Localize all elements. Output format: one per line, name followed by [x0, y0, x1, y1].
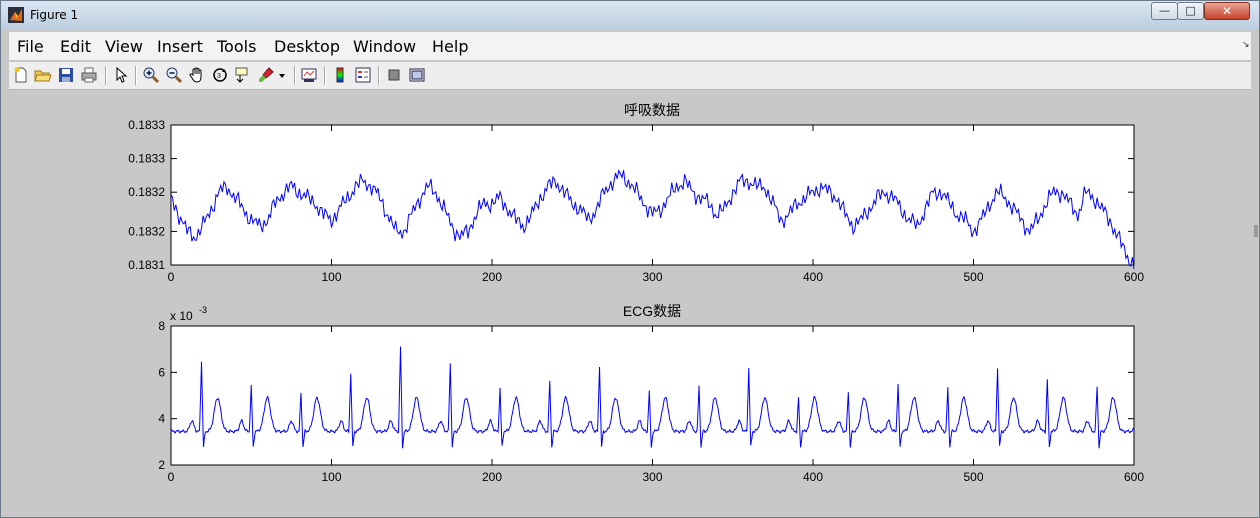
x-tick-label: 300 [642, 270, 662, 284]
title-bar[interactable]: Figure 1 — □ ✕ [1, 1, 1259, 30]
toolbar-separator [294, 66, 296, 85]
axes-ecg[interactable]: ECG数据 x 10 -3 0 100 200 300 400 500 600 2 4 6 8 [158, 303, 1144, 484]
toolbar-separator [324, 66, 326, 85]
figure-window: Figure 1 — □ ✕ File Edit View Insert Too… [0, 0, 1260, 518]
x-tick-label: 600 [1124, 470, 1144, 484]
axes-2-title: ECG数据 [623, 303, 681, 319]
svg-text:3: 3 [217, 73, 221, 80]
axes-1-title: 呼吸数据 [624, 102, 680, 118]
menu-view[interactable]: View [105, 37, 143, 56]
y-tick-label: 8 [158, 319, 165, 333]
y-tick-label: 0.1833 [128, 118, 165, 132]
minimize-button[interactable]: — [1151, 2, 1178, 20]
close-icon: ✕ [1221, 4, 1233, 18]
axes-1-box [170, 124, 1135, 266]
show-plot-tools-icon[interactable] [408, 66, 426, 84]
menu-edit[interactable]: Edit [60, 37, 91, 56]
save-icon[interactable] [57, 66, 75, 84]
brush-icon[interactable] [257, 66, 275, 84]
x-tick-label: 600 [1124, 270, 1144, 284]
open-file-icon[interactable] [34, 66, 52, 84]
x-tick-label: 500 [963, 470, 983, 484]
link-plot-icon[interactable] [300, 66, 318, 84]
x-tick-label: 200 [482, 470, 502, 484]
figure-canvas: 呼吸数据 0 100 200 300 400 500 600 0.1831 0.1832 0.18… [9, 90, 1258, 510]
minimize-icon: — [1159, 4, 1170, 17]
y-tick-label: 0.1832 [128, 185, 165, 199]
y-exponent-power: -3 [199, 305, 207, 315]
x-tick-label: 400 [803, 470, 823, 484]
brush-dropdown-icon[interactable] [277, 66, 287, 84]
zoom-out-icon[interactable] [165, 66, 183, 84]
data-cursor-icon[interactable] [234, 66, 252, 84]
menu-file[interactable]: File [17, 37, 44, 56]
menubar-overflow-icon[interactable]: ↘ [1242, 40, 1250, 50]
menu-insert[interactable]: Insert [157, 37, 203, 56]
axes-2-box [170, 325, 1135, 466]
edit-plot-arrow-icon[interactable] [112, 66, 130, 84]
x-tick-label: 300 [642, 470, 662, 484]
resize-grip[interactable] [1254, 225, 1258, 237]
axes-respiration[interactable]: 呼吸数据 0 100 200 300 400 500 600 0.1831 0.1832 0.18… [128, 102, 1144, 284]
insert-legend-icon[interactable] [354, 66, 372, 84]
window-title: Figure 1 [30, 8, 79, 22]
x-tick-label: 400 [803, 270, 823, 284]
x-tick-label: 0 [168, 470, 175, 484]
figure-toolbar: 3 [9, 62, 1251, 90]
pan-hand-icon[interactable] [188, 66, 206, 84]
y-tick-label: 4 [158, 412, 165, 426]
new-figure-icon[interactable] [12, 66, 30, 84]
x-tick-label: 500 [963, 270, 983, 284]
x-tick-label: 0 [168, 270, 175, 284]
y-tick-label: 6 [158, 365, 165, 379]
maximize-icon: □ [1185, 4, 1196, 17]
zoom-in-icon[interactable] [142, 66, 160, 84]
toolbar-separator [378, 66, 380, 85]
matlab-logo-icon [8, 7, 24, 23]
y-tick-label: 2 [158, 458, 165, 472]
rotate-3d-icon[interactable]: 3 [211, 66, 229, 84]
y-tick-label: 0.1833 [128, 152, 165, 166]
menu-desktop[interactable]: Desktop [274, 37, 340, 56]
toolbar-separator [135, 66, 137, 85]
hide-plot-tools-icon[interactable] [385, 66, 403, 84]
x-tick-label: 200 [482, 270, 502, 284]
toolbar-separator [105, 66, 107, 85]
figure-plot-area: 呼吸数据 0 100 200 300 400 500 600 0.1831 0.1832 0.18… [128, 102, 1144, 484]
x-tick-label: 100 [321, 470, 341, 484]
menu-bar: File Edit View Insert Tools Desktop Wind… [9, 32, 1251, 60]
menu-tools[interactable]: Tools [217, 37, 256, 56]
menu-window[interactable]: Window [353, 37, 416, 56]
x-tick-label: 100 [321, 270, 341, 284]
insert-colorbar-icon[interactable] [331, 66, 349, 84]
print-icon[interactable] [80, 66, 98, 84]
menu-help[interactable]: Help [432, 37, 468, 56]
maximize-button[interactable]: □ [1177, 2, 1204, 20]
y-tick-label: 0.1831 [128, 258, 165, 272]
y-tick-label: 0.1832 [128, 224, 165, 238]
close-button[interactable]: ✕ [1204, 2, 1250, 20]
y-exponent-label: x 10 [170, 309, 193, 323]
